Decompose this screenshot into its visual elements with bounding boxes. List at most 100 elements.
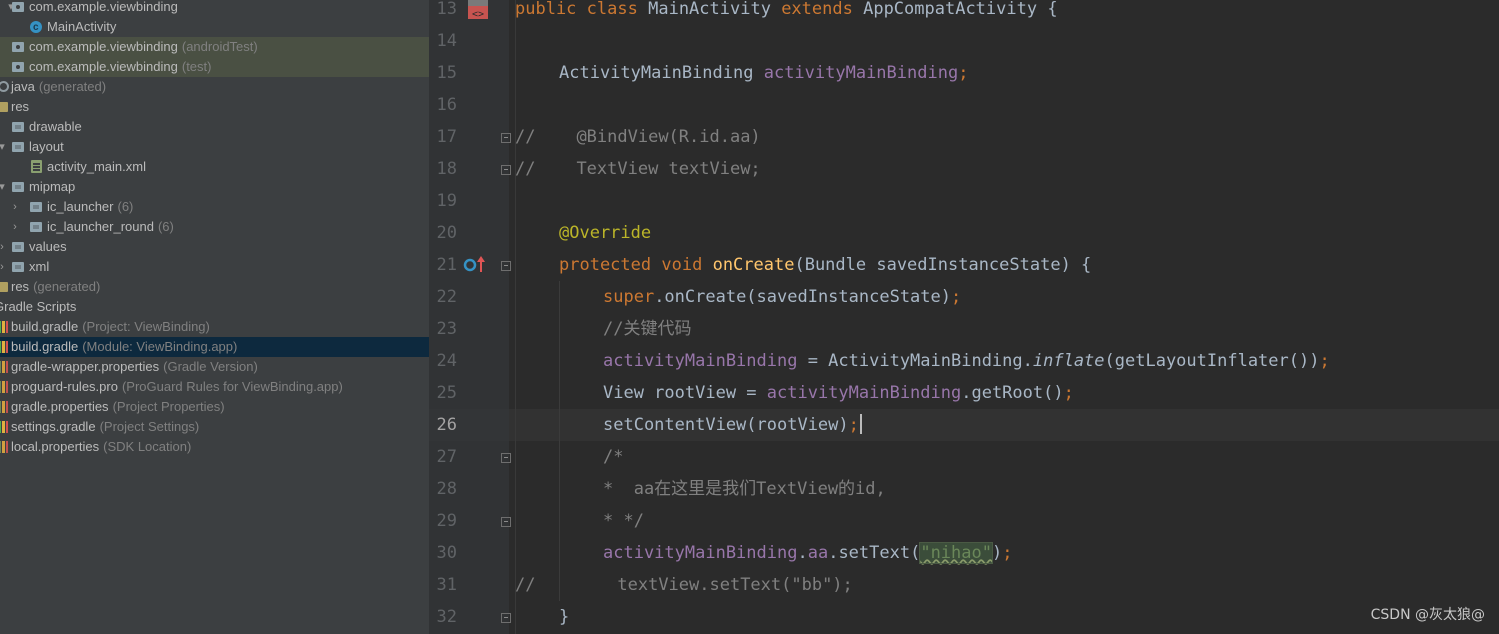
tree-item-res-generated[interactable]: res (generated) xyxy=(0,277,429,297)
tree-item-build-gradle-project[interactable]: build.gradle (Project: ViewBinding) xyxy=(0,317,429,337)
line-number: 15 xyxy=(436,63,457,83)
tree-item-local-properties[interactable]: local.properties (SDK Location) xyxy=(0,437,429,457)
tree-item-ic-launcher[interactable]: › ic_launcher (6) xyxy=(0,197,429,217)
tree-item-package-main[interactable]: ▾ com.example.viewbinding xyxy=(0,0,429,17)
code-line[interactable]: 17 // @BindView(R.id.aa) xyxy=(429,121,1499,153)
line-number: 26 xyxy=(436,415,457,435)
code-text: // textView.setText("bb"); xyxy=(515,575,853,595)
tree-item-gradle-wrapper-properties[interactable]: gradle-wrapper.properties (Gradle Version… xyxy=(0,357,429,377)
tree-item-label: java xyxy=(11,79,35,94)
package-icon xyxy=(12,2,24,12)
tree-item-gradle-properties[interactable]: gradle.properties (Project Properties) xyxy=(0,397,429,417)
code-text: @Override xyxy=(559,223,652,243)
gradle-icon xyxy=(0,321,8,333)
tree-item-label: mipmap xyxy=(29,179,76,194)
code-line[interactable]: 16 xyxy=(429,89,1499,121)
properties-icon xyxy=(0,381,8,393)
tree-item-package-test[interactable]: com.example.viewbinding (test) xyxy=(0,57,429,77)
code-line[interactable]: 27 /* xyxy=(429,441,1499,473)
line-number: 21 xyxy=(436,255,457,275)
tree-item-ic-launcher-round[interactable]: › ic_launcher_round (6) xyxy=(0,217,429,237)
project-tree[interactable]: ▾ com.example.viewbinding MainActivity c… xyxy=(0,0,429,634)
line-number: 13 xyxy=(436,0,457,19)
code-line[interactable]: 15 ActivityMainBinding activityMainBindi… xyxy=(429,57,1499,89)
chevron-down-icon[interactable]: ▾ xyxy=(0,177,7,197)
code-text: activityMainBinding.aa.setText("nihao"); xyxy=(603,542,1013,564)
tree-item-hint: (Project Properties) xyxy=(112,399,225,414)
line-number: 16 xyxy=(436,95,457,115)
line-number: 17 xyxy=(436,127,457,147)
code-line[interactable]: 22 super.onCreate(savedInstanceState); xyxy=(429,281,1499,313)
chevron-right-icon[interactable]: › xyxy=(0,237,7,257)
code-line[interactable]: 18 // TextView textView; xyxy=(429,153,1499,185)
chevron-right-icon[interactable]: › xyxy=(10,197,20,217)
tree-item-gradle-scripts[interactable]: Gradle Scripts xyxy=(0,297,429,317)
code-line[interactable]: 30 activityMainBinding.aa.setText("nihao… xyxy=(429,537,1499,569)
code-line[interactable]: 28 * aa在这里是我们TextView的id, xyxy=(429,473,1499,505)
tree-item-activity-main-xml[interactable]: activity_main.xml xyxy=(0,157,429,177)
tree-item-proguard-rules[interactable]: proguard-rules.pro (ProGuard Rules for Vi… xyxy=(0,377,429,397)
chevron-down-icon[interactable]: ▾ xyxy=(0,137,7,157)
tree-item-label: com.example.viewbinding xyxy=(29,59,178,74)
tree-item-hint: (6) xyxy=(157,219,174,234)
properties-icon xyxy=(0,441,8,453)
tree-item-label: layout xyxy=(29,139,64,154)
tree-item-java-generated[interactable]: java (generated) xyxy=(0,77,429,97)
code-line[interactable]: 20 @Override xyxy=(429,217,1499,249)
code-line[interactable]: 13 public class MainActivity extends App… xyxy=(429,0,1499,25)
tree-item-label: values xyxy=(29,239,67,254)
folder-icon xyxy=(12,262,24,272)
tree-item-hint: (Gradle Version) xyxy=(163,359,258,374)
tree-item-hint: (6) xyxy=(117,199,134,214)
code-line-current[interactable]: 26 setContentView(rootView); xyxy=(429,409,1499,441)
gradle-icon xyxy=(0,421,8,433)
code-line[interactable]: 29 * */ xyxy=(429,505,1499,537)
tree-item-label: activity_main.xml xyxy=(47,159,146,174)
code-line[interactable]: 24 activityMainBinding = ActivityMainBin… xyxy=(429,345,1499,377)
tree-item-res[interactable]: res xyxy=(0,97,429,117)
code-editor[interactable]: <> 13 public class MainActivity extends … xyxy=(429,0,1499,634)
tree-item-label: build.gradle xyxy=(11,339,79,354)
tree-item-label: proguard-rules.pro xyxy=(11,379,118,394)
code-line[interactable]: 19 xyxy=(429,185,1499,217)
line-number: 14 xyxy=(436,31,457,51)
tree-item-drawable[interactable]: drawable xyxy=(0,117,429,137)
chevron-right-icon[interactable]: › xyxy=(10,217,20,237)
code-line[interactable]: 23 //关键代码 xyxy=(429,313,1499,345)
tree-item-package-androidtest[interactable]: com.example.viewbinding (androidTest) xyxy=(0,37,429,57)
tree-item-mipmap[interactable]: ▾ mipmap xyxy=(0,177,429,197)
tree-item-hint: (SDK Location) xyxy=(103,439,192,454)
code-text: // TextView textView; xyxy=(515,159,761,179)
tree-item-label: com.example.viewbinding xyxy=(29,39,178,54)
tree-item-label: res xyxy=(11,99,30,114)
tree-item-settings-gradle[interactable]: settings.gradle (Project Settings) xyxy=(0,417,429,437)
code-line[interactable]: 32 } xyxy=(429,601,1499,633)
line-number: 23 xyxy=(436,319,457,339)
xml-file-icon xyxy=(31,160,42,173)
properties-icon xyxy=(0,401,8,413)
tree-item-label: gradle.properties xyxy=(11,399,109,414)
text-caret xyxy=(859,414,862,434)
code-text: super.onCreate(savedInstanceState); xyxy=(603,287,962,307)
folder-icon xyxy=(12,242,24,252)
tree-item-build-gradle-module[interactable]: build.gradle (Module: ViewBinding.app) xyxy=(0,337,429,357)
tree-item-values[interactable]: › values xyxy=(0,237,429,257)
tree-item-label: xml xyxy=(29,259,50,274)
code-text: setContentView(rootView); xyxy=(603,409,862,441)
gradle-icon xyxy=(0,341,8,353)
tree-item-label: drawable xyxy=(29,119,82,134)
tree-item-layout[interactable]: ▾ layout xyxy=(0,137,429,157)
tree-item-hint: (generated) xyxy=(38,79,107,94)
chevron-right-icon[interactable]: › xyxy=(0,257,7,277)
code-line[interactable]: 21 protected void onCreate(Bundle savedI… xyxy=(429,249,1499,281)
line-number: 32 xyxy=(436,607,457,627)
gear-folder-icon xyxy=(0,81,9,92)
tree-item-hint: (generated) xyxy=(33,279,101,294)
tree-item-mainactivity[interactable]: MainActivity xyxy=(0,17,429,38)
code-line[interactable]: 14 xyxy=(429,25,1499,57)
code-line[interactable]: 31 // textView.setText("bb"); xyxy=(429,569,1499,601)
code-line[interactable]: 25 View rootView = activityMainBinding.g… xyxy=(429,377,1499,409)
folder-icon xyxy=(30,202,42,212)
tree-item-xml[interactable]: › xml xyxy=(0,257,429,277)
line-number: 20 xyxy=(436,223,457,243)
